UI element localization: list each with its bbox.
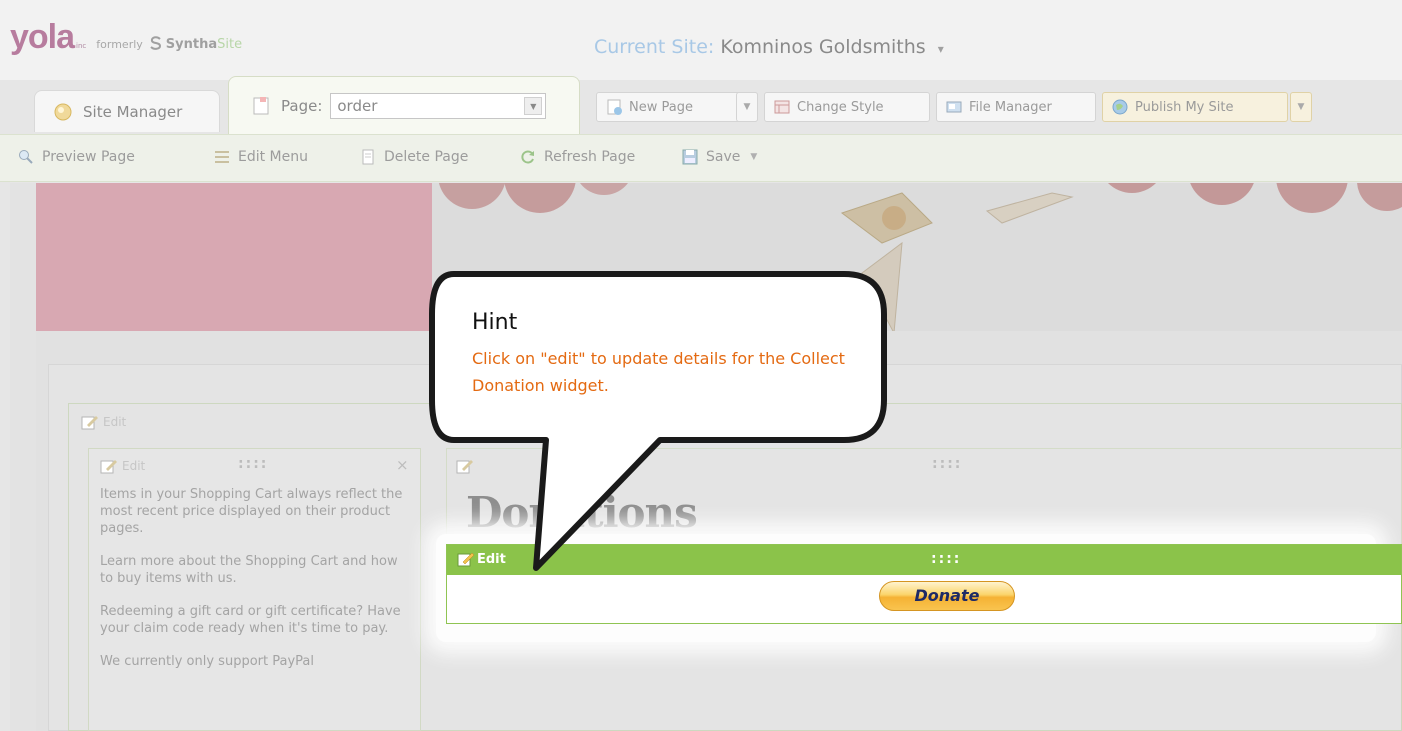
logo-wordmark: yola [10, 18, 75, 56]
save-label: Save [706, 149, 741, 165]
synthasite-swirl-icon [149, 35, 163, 50]
delete-page-label: Delete Page [384, 149, 469, 165]
tab-page-label: Page: [281, 96, 323, 115]
shopping-paragraph: Redeeming a gift card or gift certificat… [100, 604, 401, 636]
former-name-b: Site [217, 37, 243, 52]
edit-menu-label: Edit Menu [238, 149, 308, 165]
drag-handle-icon[interactable]: :::: [931, 551, 961, 567]
site-manager-icon [53, 102, 73, 122]
change-style-label: Change Style [797, 99, 884, 115]
header-color-block [36, 183, 432, 331]
page-icon [251, 96, 271, 116]
current-site-selector[interactable]: Current Site: Komninos Goldsmiths ▾ [594, 36, 944, 58]
chevron-down-icon: ▼ [750, 152, 758, 162]
hint-body: Click on "edit" to update details for th… [472, 349, 845, 395]
yola-logo[interactable]: yola inc formerly Syntha Site [10, 18, 242, 58]
former-name-a: Syntha [165, 37, 218, 52]
delete-page-icon [360, 149, 376, 165]
edit-pencil-icon[interactable] [100, 458, 118, 474]
layout-edit-label[interactable]: Edit [103, 415, 126, 429]
change-style-icon [773, 98, 791, 116]
publish-button[interactable]: Publish My Site [1102, 92, 1288, 122]
preview-page-label: Preview Page [42, 149, 135, 165]
close-icon[interactable]: × [396, 456, 409, 474]
chevron-down-icon: ▾ [937, 42, 944, 56]
chevron-down-icon: ▼ [524, 96, 543, 115]
publish-label: Publish My Site [1135, 99, 1234, 115]
new-page-label: New Page [629, 99, 693, 115]
publish-globe-icon [1111, 98, 1129, 116]
tab-site-manager-label: Site Manager [83, 102, 183, 121]
change-style-button[interactable]: Change Style [764, 92, 930, 122]
preview-page-button[interactable]: Preview Page [18, 149, 135, 165]
shopping-paragraph: Items in your Shopping Cart always refle… [100, 487, 403, 536]
shopping-paragraph: We currently only support PayPal [100, 654, 314, 669]
chevron-down-icon: ▼ [1297, 102, 1305, 112]
chevron-down-icon: ▼ [743, 102, 751, 112]
save-disk-icon [682, 149, 698, 165]
shopping-paragraph: Learn more about the Shopping Cart and h… [100, 554, 398, 586]
donate-button[interactable]: Donate [879, 581, 1015, 611]
page-select-value: order [337, 96, 378, 115]
file-manager-button[interactable]: File Manager [936, 92, 1096, 122]
edit-menu-button[interactable]: Edit Menu [214, 149, 308, 165]
file-manager-icon [945, 98, 963, 116]
delete-page-button[interactable]: Delete Page [360, 149, 468, 165]
hint-title: Hint [472, 310, 518, 335]
current-site-label: Current Site: [594, 36, 715, 58]
refresh-page-label: Refresh Page [544, 149, 636, 165]
shopping-cart-text: Items in your Shopping Cart always refle… [100, 486, 410, 686]
current-site-name: Komninos Goldsmiths [720, 36, 926, 58]
tab-site-manager[interactable]: Site Manager [34, 90, 220, 132]
publish-dropdown[interactable]: ▼ [1290, 92, 1312, 122]
tab-page[interactable]: Page: order ▼ [228, 76, 580, 134]
page-toolbar: Preview Page Edit Menu Delete Page Refre… [0, 134, 1402, 182]
file-manager-label: File Manager [969, 99, 1052, 115]
shopping-edit-label[interactable]: Edit [122, 459, 145, 473]
page-select[interactable]: order ▼ [330, 92, 547, 119]
logo-inc: inc [76, 42, 87, 50]
formerly-label: formerly [96, 38, 143, 51]
top-bar: yola inc formerly Syntha Site Current Si… [0, 0, 1402, 80]
new-page-icon [605, 98, 623, 116]
magnifier-icon [18, 149, 34, 165]
drag-handle-icon[interactable]: :::: [238, 456, 268, 472]
menu-list-icon [214, 149, 230, 165]
save-button[interactable]: Save ▼ [682, 149, 757, 165]
drag-handle-icon[interactable]: :::: [932, 456, 962, 472]
refresh-page-button[interactable]: Refresh Page [520, 149, 635, 165]
new-page-dropdown[interactable]: ▼ [736, 92, 758, 122]
edit-pencil-icon[interactable] [81, 414, 99, 430]
refresh-icon [520, 149, 536, 165]
new-page-button[interactable]: New Page [596, 92, 758, 122]
